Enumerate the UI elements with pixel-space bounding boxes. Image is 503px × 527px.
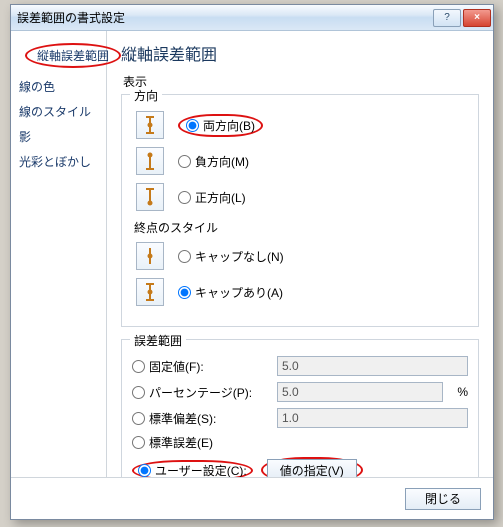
endstyle-cap-icon[interactable] <box>136 278 164 306</box>
direction-both-icon[interactable] <box>136 111 164 139</box>
endstyle-cap-label: キャップあり(A) <box>195 284 283 301</box>
direction-plus-label: 正方向(L) <box>195 189 246 206</box>
page-title: 縦軸誤差範囲 <box>121 41 479 65</box>
help-button[interactable]: ? <box>433 9 461 27</box>
direction-group: 方向 両方向(B) <box>121 94 479 327</box>
error-stderr-label: 標準誤差(E) <box>149 434 269 451</box>
endstyle-legend: 終点のスタイル <box>134 219 468 236</box>
direction-plus-icon[interactable] <box>136 183 164 211</box>
error-stddev-input[interactable] <box>277 408 468 428</box>
error-percent-label: パーセンテージ(P): <box>149 384 269 401</box>
error-percent-radio[interactable] <box>132 386 145 399</box>
error-amount-group: 誤差範囲 固定値(F): パーセンテージ(P): % <box>121 339 479 477</box>
endstyle-none-radio[interactable] <box>178 250 191 263</box>
error-fixed-label: 固定値(F): <box>149 358 269 375</box>
highlight-ellipse: ユーザー設定(C): <box>132 460 253 478</box>
highlight-ellipse: 値の指定(V) <box>261 457 363 477</box>
endstyle-none-label: キャップなし(N) <box>195 248 284 265</box>
direction-minus-label: 負方向(M) <box>195 153 249 170</box>
sidebar-item-shadow[interactable]: 影 <box>11 124 106 149</box>
dialog-title: 誤差範囲の書式設定 <box>17 9 431 26</box>
close-button[interactable]: × <box>463 9 491 27</box>
display-label: 表示 <box>123 73 479 90</box>
endstyle-cap-radio[interactable] <box>178 286 191 299</box>
sidebar-item-glow[interactable]: 光彩とぼかし <box>11 149 106 174</box>
direction-plus-radio[interactable] <box>178 191 191 204</box>
error-percent-unit: % <box>457 385 468 399</box>
direction-minus-radio[interactable] <box>178 155 191 168</box>
highlight-ellipse: 両方向(B) <box>178 114 263 137</box>
dialog-close-button[interactable]: 閉じる <box>405 488 481 510</box>
direction-both-radio[interactable] <box>186 119 199 132</box>
error-stddev-label: 標準偏差(S): <box>149 410 269 427</box>
error-stddev-radio[interactable] <box>132 412 145 425</box>
error-amount-legend: 誤差範囲 <box>130 332 186 349</box>
error-user-label: ユーザー設定(C): <box>155 462 247 478</box>
sidebar-item-line-style[interactable]: 線のスタイル <box>11 99 106 124</box>
direction-both-label: 両方向(B) <box>203 117 255 134</box>
sidebar-item-line-color[interactable]: 線の色 <box>11 74 106 99</box>
error-fixed-radio[interactable] <box>132 360 145 373</box>
error-user-radio[interactable] <box>138 464 151 477</box>
endstyle-none-icon[interactable] <box>136 242 164 270</box>
specify-value-button[interactable]: 値の指定(V) <box>267 459 357 477</box>
error-stderr-radio[interactable] <box>132 436 145 449</box>
error-fixed-input[interactable] <box>277 356 468 376</box>
sidebar-item-error-bar[interactable]: 縦軸誤差範囲 <box>17 39 100 72</box>
direction-legend: 方向 <box>130 87 162 104</box>
direction-minus-icon[interactable] <box>136 147 164 175</box>
error-percent-input[interactable] <box>277 382 443 402</box>
category-sidebar: 縦軸誤差範囲 線の色 線のスタイル 影 光彩とぼかし <box>11 31 107 477</box>
